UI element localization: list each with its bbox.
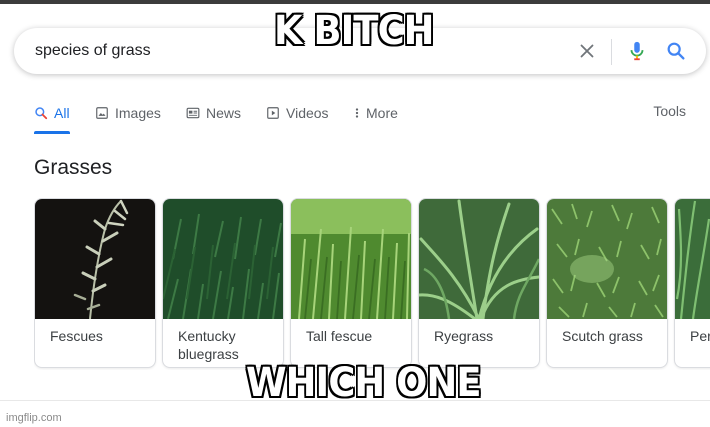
- card-tall-fescue[interactable]: Tall fescue: [290, 198, 412, 368]
- tall-fescue-image: [291, 199, 411, 319]
- tab-more[interactable]: More: [354, 103, 398, 123]
- card-label: Fescues: [50, 328, 103, 344]
- play-icon: [267, 107, 279, 119]
- tab-label: More: [366, 105, 398, 121]
- tab-images[interactable]: Images: [95, 103, 161, 123]
- tab-label: Images: [115, 105, 161, 121]
- imgflip-watermark: imgflip.com: [6, 412, 62, 424]
- card-label: Scutch grass: [562, 328, 643, 344]
- more-vert-icon: [355, 108, 359, 118]
- top-border: [0, 0, 710, 4]
- tab-label: All: [54, 105, 70, 121]
- card-label: Ryegrass: [434, 328, 494, 344]
- grass-carousel: Fescues Kentucky bluegrass Tall fescue R…: [34, 198, 710, 370]
- search-tabs: All Images News Videos More Tools: [34, 103, 696, 134]
- perennial-ryegrass-image: [675, 199, 710, 319]
- card-scutch-grass[interactable]: Scutch grass: [546, 198, 668, 368]
- section-title: Grasses: [34, 156, 113, 179]
- news-icon: [186, 107, 200, 119]
- meme-bottom-caption: WHICH ONE: [246, 360, 482, 406]
- card-label: Kentucky bluegrass: [178, 328, 239, 362]
- tools-button[interactable]: Tools: [653, 103, 686, 119]
- active-tab-indicator: [34, 131, 70, 134]
- scutch-grass-image: [547, 199, 667, 319]
- microphone-icon[interactable]: [626, 39, 648, 63]
- card-label: Tall fescue: [306, 328, 373, 344]
- tab-all[interactable]: All: [34, 103, 70, 123]
- close-icon[interactable]: [576, 40, 598, 62]
- card-perennial-ryegrass[interactable]: Per rye: [674, 198, 710, 368]
- card-fescues[interactable]: Fescues: [34, 198, 156, 368]
- search-input[interactable]: species of grass: [35, 42, 151, 60]
- tab-label: Videos: [286, 105, 329, 121]
- tab-news[interactable]: News: [186, 103, 241, 123]
- meme-top-caption: K BITCH: [274, 8, 434, 54]
- tab-videos[interactable]: Videos: [266, 103, 329, 123]
- card-ryegrass[interactable]: Ryegrass: [418, 198, 540, 368]
- ryegrass-image: [419, 199, 539, 319]
- card-label: Per rye: [690, 328, 710, 344]
- card-kentucky-bluegrass[interactable]: Kentucky bluegrass: [162, 198, 284, 368]
- fescues-image: [35, 199, 155, 319]
- kentucky-bluegrass-image: [163, 199, 283, 319]
- tab-label: News: [206, 105, 242, 121]
- image-icon: [96, 107, 108, 119]
- search-icon: [35, 107, 48, 120]
- search-divider: [611, 39, 612, 65]
- search-icon[interactable]: [665, 40, 687, 62]
